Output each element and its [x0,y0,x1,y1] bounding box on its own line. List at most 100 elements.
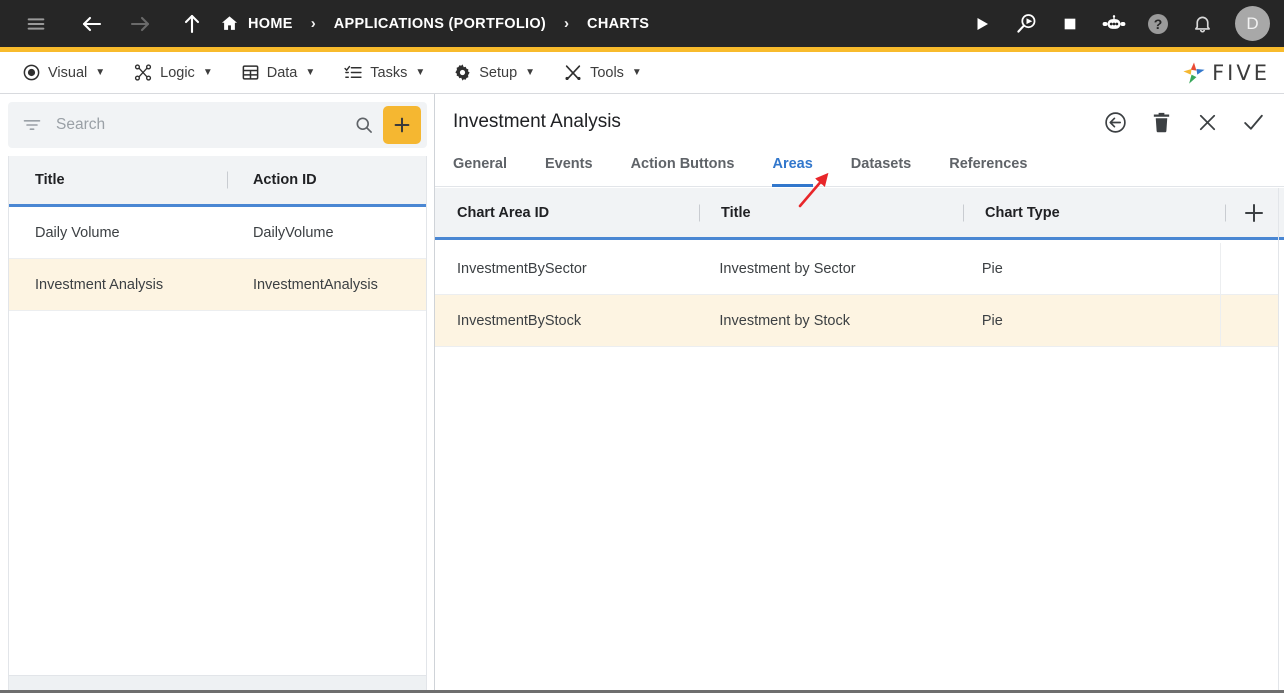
run-icon[interactable] [967,9,997,39]
page-title: Investment Analysis [453,111,621,132]
cell-chart-type: Pie [981,260,1003,277]
main-panel: Investment Analysis General Events Actio… [435,94,1284,693]
sidebar-cell-action-id: InvestmentAnalysis [252,276,378,293]
chevron-down-icon: ▼ [202,67,213,78]
chevron-down-icon: ▼ [525,67,536,78]
main-header: Investment Analysis [435,94,1284,150]
chevron-down-icon: ▼ [631,67,642,78]
grid-body: InvestmentBySector Investment by Sector … [435,242,1278,347]
sidebar-cell-title: Daily Volume [35,224,120,241]
grid-column-chart-area-id[interactable]: Chart Area ID [435,205,699,221]
cell-chart-area-id: InvestmentBySector [457,260,587,277]
chevron-down-icon: ▼ [95,67,106,78]
five-logo-mark [1181,60,1207,86]
top-bar-actions: ? D [967,0,1270,47]
tab-areas[interactable]: Areas [772,150,814,187]
menu-item-tasks[interactable]: Tasks ▼ [335,58,433,88]
menu-label-tasks: Tasks [370,64,408,81]
cell-row-actions[interactable] [1220,242,1278,295]
svg-text:?: ? [1154,16,1163,32]
breadcrumb-separator: › [310,15,316,32]
sidebar-table-header: Title Action ID [9,156,426,207]
search-bar [8,102,427,148]
tab-bar: General Events Action Buttons Areas Data… [435,150,1284,187]
table-row-selected[interactable]: InvestmentByStock Investment by Stock Pi… [435,294,1278,347]
save-icon[interactable] [1238,107,1268,137]
breadcrumb-label-charts: CHARTS [587,15,650,32]
sidebar-list-card: Title Action ID Daily Volume DailyVolume… [8,156,427,693]
menu-item-tools[interactable]: Tools ▼ [555,58,650,88]
application-menu-bar: Visual ▼ Logic ▼ Data ▼ Tasks ▼ Setup ▼ … [0,52,1284,94]
debug-icon[interactable] [1011,9,1041,39]
arrow-up-icon[interactable] [172,4,212,44]
sidebar-column-action-id[interactable]: Action ID [227,172,426,188]
tab-action-buttons[interactable]: Action Buttons [631,150,735,187]
five-logo: FIVE [1181,60,1270,86]
grid-column-chart-type[interactable]: Chart Type [963,205,1225,221]
table-row[interactable]: InvestmentBySector Investment by Sector … [435,242,1278,295]
search-icon[interactable] [349,110,379,140]
menu-label-setup: Setup [479,64,518,81]
breadcrumb-separator: › [564,15,570,32]
breadcrumb-label-applications: APPLICATIONS (PORTFOLIO) [333,15,547,32]
five-logo-text: FIVE [1212,60,1270,85]
menu-item-data[interactable]: Data ▼ [233,58,324,88]
close-icon[interactable] [1192,107,1222,137]
checklist-icon [343,63,363,82]
sidebar-cell-action-id: DailyVolume [252,224,334,241]
stop-icon[interactable] [1055,9,1085,39]
cell-chart-type: Pie [981,312,1003,329]
cell-row-actions[interactable] [1220,294,1278,347]
menu-label-data: Data [266,64,298,81]
chevron-down-icon: ▼ [305,67,316,78]
add-button[interactable] [383,106,421,144]
sidebar-column-title[interactable]: Title [9,172,227,188]
grid-header: Chart Area ID Title Chart Type [435,188,1284,240]
grid-column-title[interactable]: Title [699,205,963,221]
flow-icon [133,63,153,82]
delete-icon[interactable] [1146,107,1176,137]
tools-icon [563,63,583,82]
arrow-left-icon[interactable] [72,4,112,44]
eye-icon [22,63,41,82]
tab-events[interactable]: Events [545,150,593,187]
breadcrumb-label-home: HOME [248,15,293,32]
grid-add-row-button[interactable] [1225,201,1283,225]
tab-datasets[interactable]: Datasets [851,150,911,187]
arrow-right-icon[interactable] [120,4,160,44]
breadcrumb-item-applications[interactable]: APPLICATIONS (PORTFOLIO) [334,16,546,32]
menu-label-logic: Logic [160,64,195,81]
tab-general[interactable]: General [453,150,507,187]
menu-label-tools: Tools [590,64,624,81]
gear-icon [453,63,472,82]
bot-icon[interactable] [1099,9,1129,39]
sidebar-list-item-selected[interactable]: Investment Analysis InvestmentAnalysis [9,259,426,311]
menu-item-setup[interactable]: Setup ▼ [445,58,543,88]
top-navigation-bar: HOME › APPLICATIONS (PORTFOLIO) › CHARTS [0,0,1284,47]
breadcrumb-item-home[interactable]: HOME [220,14,293,33]
cell-title: Investment by Sector [719,260,856,277]
cell-title: Investment by Stock [719,312,850,329]
help-icon[interactable]: ? [1143,9,1173,39]
hamburger-icon[interactable] [16,4,56,44]
home-icon [220,14,239,33]
tab-references[interactable]: References [949,150,1027,187]
chevron-down-icon: ▼ [415,67,426,78]
notifications-icon[interactable] [1187,9,1217,39]
main-header-actions [1100,94,1268,150]
cell-chart-area-id: InvestmentByStock [457,312,582,329]
grid-right-border [1278,188,1279,693]
sidebar-cell-title: Investment Analysis [35,276,164,293]
sidebar-list-item[interactable]: Daily Volume DailyVolume [9,207,426,259]
menu-label-visual: Visual [48,64,88,81]
breadcrumb-item-charts[interactable]: CHARTS [587,16,649,32]
app-root: HOME › APPLICATIONS (PORTFOLIO) › CHARTS [0,0,1284,693]
filter-icon[interactable] [22,115,42,135]
menu-item-logic[interactable]: Logic ▼ [125,58,221,88]
revert-icon[interactable] [1100,107,1130,137]
menu-item-visual[interactable]: Visual ▼ [14,58,113,88]
search-input[interactable] [42,116,349,134]
table-icon [241,63,260,82]
avatar[interactable]: D [1235,6,1270,41]
sidebar: Title Action ID Daily Volume DailyVolume… [0,94,434,693]
